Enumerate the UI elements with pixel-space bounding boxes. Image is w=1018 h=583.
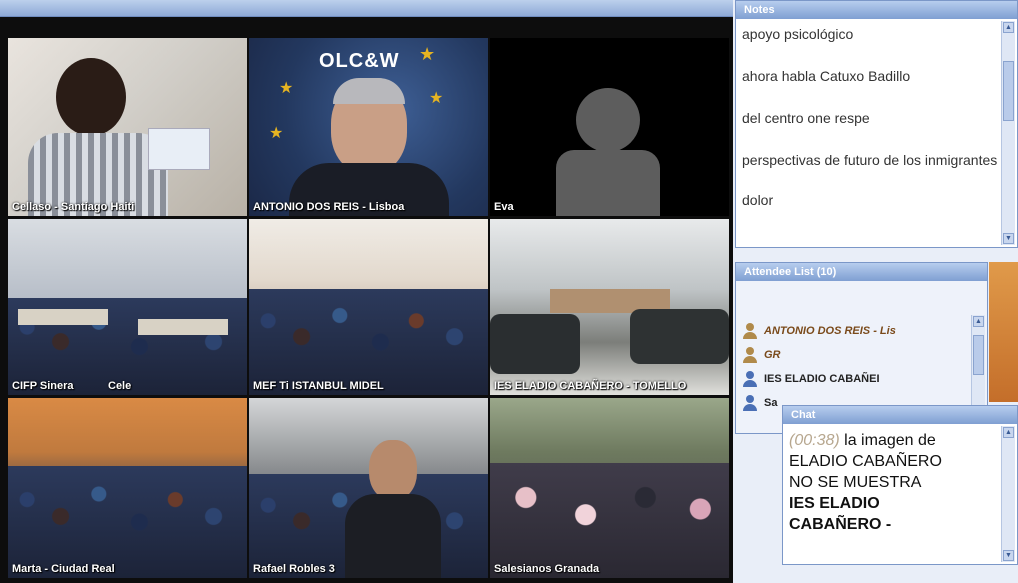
attendee-row[interactable]: IES ELADIO CABAÑEI <box>738 367 970 391</box>
attendee-row[interactable]: GR <box>738 343 970 367</box>
video-tile[interactable]: IES ELADIO CABAÑERO - TOMELLO <box>490 219 729 395</box>
banner-text: OLC&W <box>319 50 400 72</box>
star-icon: ★ <box>429 90 444 107</box>
chat-message: (00:38) la imagen de ELADIO CABAÑERO NO … <box>789 430 1003 535</box>
video-conference-window: Cellaso - Santiago Haiti OLC&W ★ ★ ★ ★ A… <box>0 0 733 583</box>
participant-person-icon <box>742 395 758 411</box>
video-tile[interactable]: Cellaso - Santiago Haiti <box>8 38 247 216</box>
chat-timestamp: (00:38) <box>789 432 840 449</box>
notes-panel-title: Notes <box>736 1 1017 19</box>
note-item: ahora habla Catuxo Badillo <box>742 68 911 84</box>
star-icon: ★ <box>419 44 436 64</box>
star-icon: ★ <box>279 80 294 97</box>
tile-caption: ANTONIO DOS REIS - Lisboa <box>253 201 405 213</box>
tile-caption: CIFP Sinera <box>12 380 74 392</box>
chat-text: NO SE MUESTRA <box>789 474 922 491</box>
chat-scrollbar[interactable]: ▲ ▼ <box>1001 426 1015 562</box>
chat-text-bold: CABAÑERO - <box>789 516 892 533</box>
video-tile[interactable]: Salesianos Granada <box>490 398 729 578</box>
tile-caption-secondary: Cele <box>108 380 132 392</box>
scroll-down-icon[interactable]: ▼ <box>1003 550 1014 561</box>
note-item: del centro one respe <box>742 110 870 126</box>
attendee-name: IES ELADIO CABAÑEI <box>764 373 880 385</box>
chat-panel: Chat (00:38) la imagen de ELADIO CABAÑER… <box>782 405 1018 565</box>
notes-scrollbar[interactable]: ▲ ▼ <box>1001 21 1015 245</box>
attendee-name: Sa <box>764 397 778 409</box>
chat-text: ELADIO CABAÑERO <box>789 453 942 470</box>
note-item: apoyo psicológico <box>742 26 854 42</box>
tile-caption: Salesianos Granada <box>494 563 600 575</box>
tile-caption: MEF Ti ISTANBUL MIDEL <box>253 380 384 392</box>
chat-text-bold: IES ELADIO <box>789 495 880 512</box>
host-person-icon <box>742 323 758 339</box>
attendee-row[interactable]: ANTONIO DOS REIS - Lis <box>738 319 970 343</box>
chat-text: la imagen de <box>844 432 936 449</box>
scroll-up-icon[interactable]: ▲ <box>973 316 984 327</box>
scroll-thumb[interactable] <box>973 335 984 375</box>
attendee-panel-title: Attendee List (10) <box>736 263 987 281</box>
host-person-icon <box>742 347 758 363</box>
video-tile[interactable]: Marta - Ciudad Real <box>8 398 247 578</box>
video-window-titlebar <box>0 0 733 17</box>
notes-list: apoyo psicológico ahora habla Catuxo Bad… <box>742 25 1000 223</box>
video-tile[interactable]: Eva <box>490 38 729 216</box>
video-tile[interactable]: MEF Ti ISTANBUL MIDEL <box>249 219 488 395</box>
chat-panel-title: Chat <box>783 406 1017 424</box>
side-video-strip <box>989 262 1018 402</box>
video-tile[interactable]: OLC&W ★ ★ ★ ★ ANTONIO DOS REIS - Lisboa <box>249 38 488 216</box>
attendee-name: GR <box>764 349 781 361</box>
attendee-name: ANTONIO DOS REIS - Lis <box>764 325 896 337</box>
notes-panel: Notes apoyo psicológico ahora habla Catu… <box>735 0 1018 248</box>
participant-person-icon <box>742 371 758 387</box>
star-icon: ★ <box>269 125 284 142</box>
video-tile[interactable]: CIFP Sinera Cele <box>8 219 247 395</box>
tile-caption: IES ELADIO CABAÑERO - TOMELLO <box>494 380 687 392</box>
tile-caption: Rafael Robles 3 <box>253 563 335 575</box>
note-item: dolor <box>742 192 774 208</box>
avatar-placeholder-icon <box>576 88 640 152</box>
attendee-list: ANTONIO DOS REIS - Lis GR IES ELADIO CAB… <box>738 319 970 415</box>
video-tile[interactable]: Rafael Robles 3 <box>249 398 488 578</box>
tile-caption: Marta - Ciudad Real <box>12 563 115 575</box>
scroll-up-icon[interactable]: ▲ <box>1003 427 1014 438</box>
tile-caption: Eva <box>494 201 514 213</box>
scroll-thumb[interactable] <box>1003 61 1014 121</box>
scroll-down-icon[interactable]: ▼ <box>1003 233 1014 244</box>
note-item: perspectivas de futuro de los inmigrante… <box>742 152 998 168</box>
scroll-up-icon[interactable]: ▲ <box>1003 22 1014 33</box>
tile-caption: Cellaso - Santiago Haiti <box>12 201 135 213</box>
